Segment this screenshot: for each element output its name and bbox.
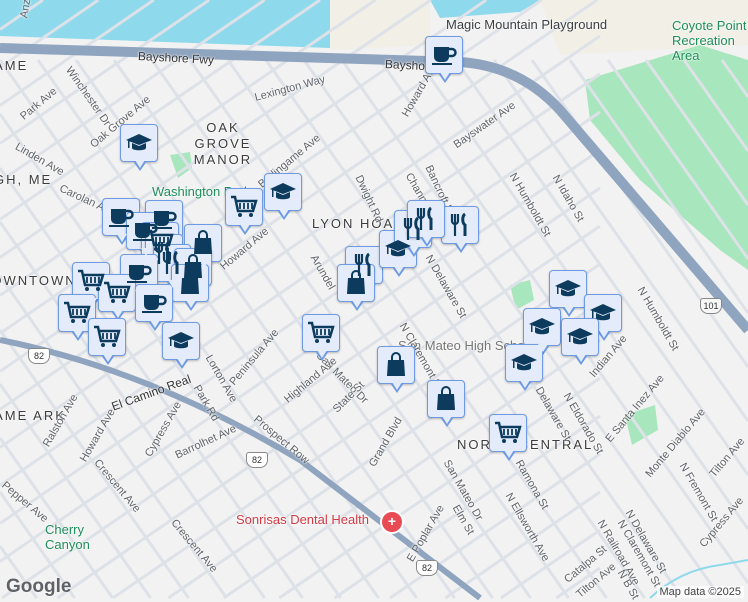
bag-icon: [385, 352, 407, 378]
school-icon: [510, 352, 538, 374]
bag-marker[interactable]: [427, 380, 465, 427]
playground-label[interactable]: Magic Mountain Playground: [446, 17, 607, 32]
route-101-shield: 101: [700, 298, 722, 314]
school-marker[interactable]: [264, 173, 302, 220]
bag-icon: [179, 270, 201, 296]
cart-icon: [230, 195, 258, 219]
cart-icon: [307, 321, 335, 345]
school-marker[interactable]: [120, 124, 158, 171]
google-logo[interactable]: Google: [6, 576, 71, 598]
cart-icon: [93, 325, 121, 349]
school-icon: [566, 326, 594, 348]
cart-marker[interactable]: [489, 414, 527, 461]
fork-icon: [448, 212, 472, 238]
left-neighborhood-label: GAME: [0, 58, 29, 73]
cherry-canyon-label[interactable]: Cherry Canyon: [45, 522, 95, 552]
oak-grove-label: OAK GROVE MANOR: [193, 120, 253, 167]
school-icon: [528, 316, 556, 338]
bag-icon: [435, 386, 457, 412]
cart-marker[interactable]: [302, 314, 340, 361]
coffee-icon: [108, 206, 134, 228]
route-82-shield: 82: [246, 452, 268, 468]
bag-icon: [192, 230, 214, 256]
school-marker[interactable]: [523, 308, 561, 355]
cart-icon: [103, 281, 131, 305]
coffee-marker[interactable]: [425, 36, 463, 83]
bag-marker[interactable]: [377, 346, 415, 393]
left-neighborhood-label: GH, ME: [0, 172, 53, 187]
cart-icon: [494, 421, 522, 445]
shore-land: [330, 0, 430, 50]
cart-marker[interactable]: [88, 318, 126, 365]
coffee-icon: [431, 44, 457, 66]
school-marker[interactable]: [549, 270, 587, 317]
route-82-shield: 82: [416, 560, 438, 576]
bay-water: [430, 0, 540, 18]
school-icon: [167, 330, 195, 352]
school-marker[interactable]: [162, 322, 200, 369]
school-icon: [589, 302, 617, 324]
school-icon: [269, 181, 297, 203]
cart-marker[interactable]: [225, 188, 263, 235]
route-82-shield: 82: [28, 348, 50, 364]
bag-icon: [345, 270, 367, 296]
school-icon: [125, 132, 153, 154]
recreation-area-label[interactable]: Coyote Point Recreation Area: [672, 18, 748, 63]
cart-icon: [77, 269, 105, 293]
downtown-label: DOWNTOWN: [0, 273, 77, 288]
school-icon: [554, 278, 582, 300]
coffee-icon: [141, 292, 167, 314]
map-attribution[interactable]: Map data ©2025: [656, 586, 744, 598]
fork-icon: [414, 206, 438, 232]
cart-icon: [63, 301, 91, 325]
dental-hospital-icon[interactable]: +: [380, 510, 404, 534]
fork-marker[interactable]: [441, 206, 479, 253]
dental-label[interactable]: Sonrisas Dental Health: [236, 512, 369, 527]
